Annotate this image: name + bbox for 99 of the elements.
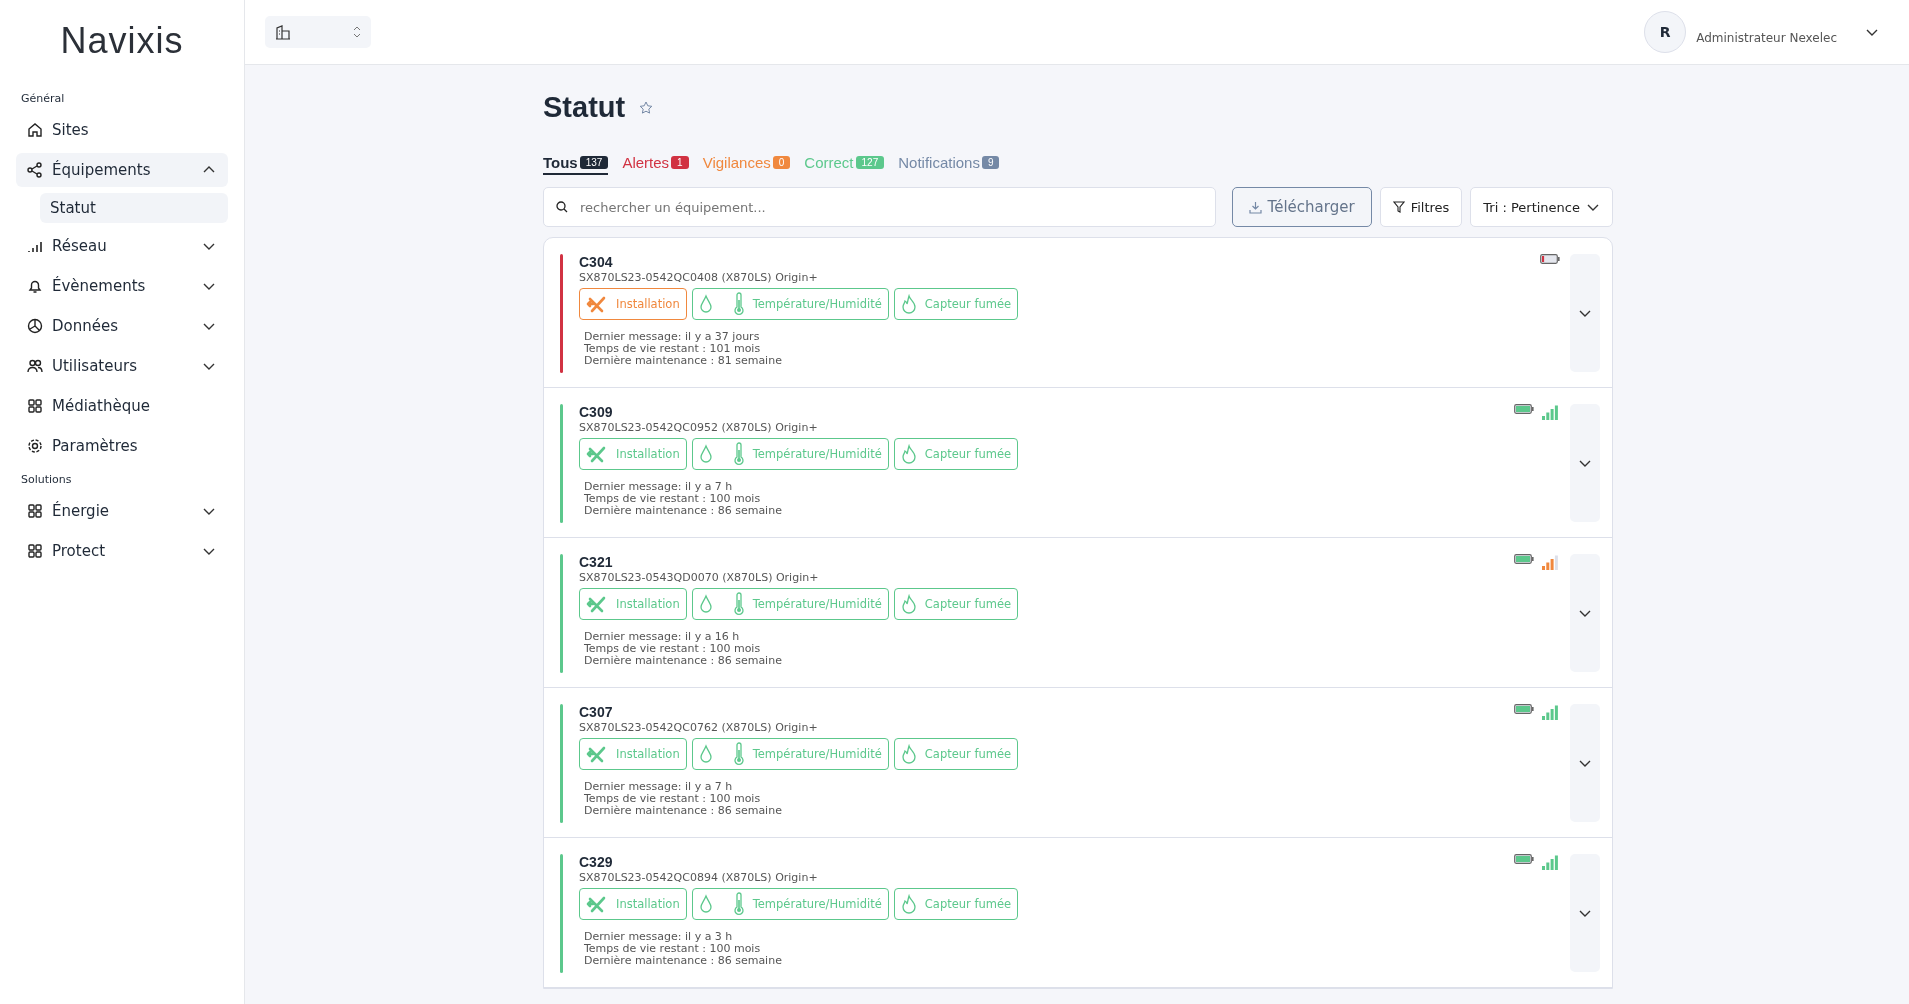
- thermometer-icon: [732, 592, 745, 616]
- device-serial: SX870LS23-0542QC0952 (X870LS) Origin+: [579, 421, 819, 434]
- share-icon: [26, 161, 44, 179]
- sensor-tag: Installation: [579, 738, 687, 770]
- sensor-tag: Installation: [579, 438, 687, 470]
- user-name: Administrateur Nexelec: [1696, 31, 1837, 45]
- sidebar-item[interactable]: Utilisateurs: [16, 349, 228, 383]
- search-field[interactable]: rechercher un équipement...: [543, 187, 1216, 227]
- filters-button[interactable]: Filtres: [1379, 187, 1463, 227]
- sensor-tag: Température/Humidité: [691, 738, 889, 770]
- sensor-tag: Capteur fumée: [893, 738, 1019, 770]
- search-input[interactable]: rechercher un équipement...: [578, 198, 1203, 216]
- battery-icon: [1514, 554, 1534, 564]
- device-serial: SX870LS23-0542QC0894 (X870LS) Origin+: [579, 871, 819, 884]
- battery-icon: [1514, 704, 1534, 714]
- sensor-tag: Installation: [579, 288, 687, 320]
- device-serial: SX870LS23-0542QC0408 (X870LS) Origin+: [579, 271, 819, 284]
- search-icon: [556, 201, 568, 213]
- sidebar-item[interactable]: Données: [16, 309, 228, 343]
- settings-icon: [26, 437, 44, 455]
- sensor-tag: Température/Humidité: [691, 438, 889, 470]
- filter-tab[interactable]: Tous 137: [543, 154, 609, 175]
- device-name: C329: [579, 854, 614, 870]
- thermometer-icon: [732, 892, 745, 916]
- filter-tab[interactable]: Alertes 1: [622, 154, 689, 175]
- thermometer-icon: [732, 742, 745, 766]
- device-serial: SX870LS23-0543QD0070 (X870LS) Origin+: [579, 571, 820, 584]
- device-details: Dernier message: il y a 16 h Temps de vie restant : 100 mois Dernière maintenance : 86 semaine: [584, 631, 783, 667]
- device-name: C309: [579, 404, 614, 420]
- expand-button[interactable]: [1570, 404, 1600, 522]
- page-title: Statut: [543, 91, 626, 124]
- flame-icon: [900, 594, 917, 614]
- flame-icon: [900, 444, 917, 464]
- logo: Navixis: [59, 20, 185, 62]
- building-icon: [275, 24, 291, 40]
- sidebar-subitem[interactable]: Statut: [40, 193, 228, 223]
- sidebar-item[interactable]: Protect: [16, 534, 228, 568]
- sidebar-item[interactable]: Médiathèque: [16, 389, 228, 423]
- water-drop-icon: [698, 294, 713, 314]
- users-icon: [26, 357, 44, 375]
- signal-icon: [1542, 704, 1560, 720]
- device-name: C304: [579, 254, 614, 270]
- water-drop-icon: [698, 444, 713, 464]
- thermometer-icon: [732, 442, 745, 466]
- device-details: Dernier message: il y a 7 h Temps de vie restant : 100 mois Dernière maintenance : 86 semaine: [584, 781, 783, 817]
- grid-icon: [26, 397, 44, 415]
- sensor-tag: Température/Humidité: [691, 588, 889, 620]
- grid-icon: [26, 502, 44, 520]
- thermometer-icon: [732, 292, 745, 316]
- flame-icon: [900, 744, 917, 764]
- sensor-tag: Capteur fumée: [893, 288, 1019, 320]
- download-button[interactable]: Télécharger: [1231, 187, 1372, 227]
- download-icon: [1248, 200, 1262, 214]
- filter-tab[interactable]: Notifications 9: [898, 154, 1000, 175]
- section-label: Général: [21, 92, 66, 105]
- sensor-tag: Capteur fumée: [893, 438, 1019, 470]
- sensor-tag: Capteur fumée: [893, 888, 1019, 920]
- battery-icon: [1514, 404, 1534, 414]
- site-selector[interactable]: [265, 16, 371, 48]
- battery-icon: [1514, 854, 1534, 864]
- signal-icon: [1542, 554, 1560, 570]
- signal-icon: [1542, 854, 1560, 870]
- sensor-tag: Capteur fumée: [893, 588, 1019, 620]
- flame-icon: [900, 294, 917, 314]
- device-details: Dernier message: il y a 7 h Temps de vie restant : 100 mois Dernière maintenance : 86 semaine: [584, 481, 783, 517]
- pie-chart-icon: [26, 317, 44, 335]
- sidebar-item[interactable]: Sites: [16, 113, 228, 147]
- sensor-tag: Température/Humidité: [691, 888, 889, 920]
- sort-dropdown[interactable]: Tri : Pertinence: [1470, 187, 1613, 227]
- flame-icon: [900, 894, 917, 914]
- signal-icon: [1542, 404, 1560, 420]
- expand-button[interactable]: [1570, 554, 1600, 672]
- sensor-tag: Installation: [579, 588, 687, 620]
- device-details: Dernier message: il y a 3 h Temps de vie restant : 100 mois Dernière maintenance : 86 semaine: [584, 931, 783, 967]
- sensor-tag: Installation: [579, 888, 687, 920]
- sidebar-item[interactable]: Évènements: [16, 269, 228, 303]
- device-details: Dernier message: il y a 37 jours Temps de vie restant : 101 mois Dernière maintenance : 81 semaine: [584, 331, 783, 367]
- grid-icon: [26, 542, 44, 560]
- sidebar-item[interactable]: Paramètres: [16, 429, 228, 463]
- expand-button[interactable]: [1570, 704, 1600, 822]
- sort-arrows-icon: [353, 25, 361, 39]
- device-name: C321: [579, 554, 614, 570]
- sidebar-item[interactable]: Réseau: [16, 229, 228, 263]
- battery-icon: [1540, 254, 1560, 264]
- device-name: C307: [579, 704, 614, 720]
- user-avatar[interactable]: R: [1644, 11, 1687, 53]
- home-icon: [26, 121, 44, 139]
- sidebar-item[interactable]: Équipements: [16, 153, 228, 187]
- sidebar-item[interactable]: Énergie: [16, 494, 228, 528]
- star-icon[interactable]: [639, 100, 654, 115]
- water-drop-icon: [698, 594, 713, 614]
- filter-icon: [1392, 201, 1405, 213]
- sensor-tag: Température/Humidité: [691, 288, 889, 320]
- water-drop-icon: [698, 744, 713, 764]
- expand-button[interactable]: [1570, 854, 1600, 972]
- section-label: Solutions: [21, 473, 73, 486]
- device-serial: SX870LS23-0542QC0762 (X870LS) Origin+: [579, 721, 819, 734]
- water-drop-icon: [698, 894, 713, 914]
- expand-button[interactable]: [1570, 254, 1600, 372]
